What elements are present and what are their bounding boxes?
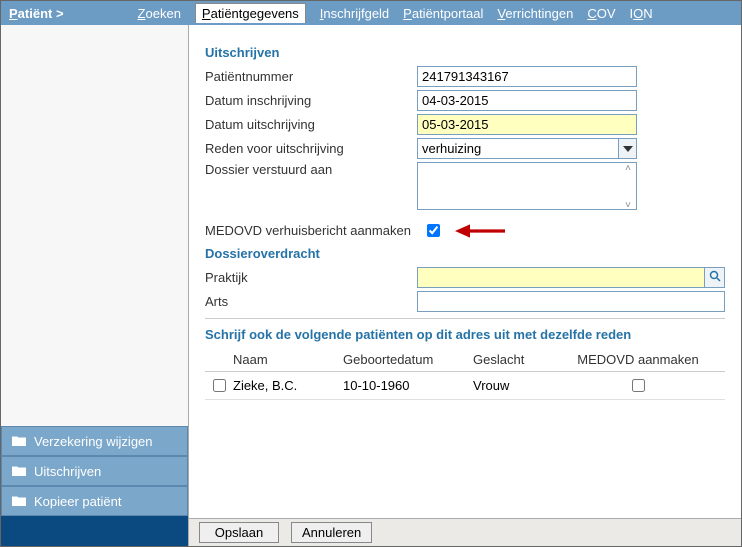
header-medovd: MEDOVD aanmaken <box>563 352 713 367</box>
row-select-checkbox[interactable] <box>213 379 226 392</box>
datum-inschrijving-input[interactable] <box>417 90 637 111</box>
table-header: Naam Geboortedatum Geslacht MEDOVD aanma… <box>205 348 725 372</box>
folder-icon <box>12 434 26 449</box>
section-patients-title: Schrijf ook de volgende patiënten op dit… <box>205 327 725 342</box>
datum-uitschrijving-input[interactable] <box>417 114 637 135</box>
breadcrumb[interactable]: Patiënt > <box>9 6 64 21</box>
save-button[interactable]: Opslaan <box>199 522 279 543</box>
dossier-verstuurd-textarea[interactable] <box>417 162 637 210</box>
sidebar-item-verzekering[interactable]: Verzekering wijzigen <box>1 426 188 456</box>
bottom-bar: Opslaan Annuleren <box>189 518 741 546</box>
sidebar-item-kopieer[interactable]: Kopieer patiënt <box>1 486 188 516</box>
praktijk-input[interactable] <box>417 267 705 288</box>
tab-patientportaal[interactable]: Patiëntportaal <box>403 6 483 21</box>
sidebar: Verzekering wijzigen Uitschrijven Kopiee… <box>1 25 189 546</box>
sidebar-item-label: Kopieer patiënt <box>34 494 121 509</box>
table-row: Zieke, B.C. 10-10-1960 Vrouw <box>205 372 725 400</box>
header-geboortedatum: Geboortedatum <box>343 352 473 367</box>
sidebar-item-label: Uitschrijven <box>34 464 101 479</box>
row-geslacht: Vrouw <box>473 378 563 393</box>
praktijk-search-button[interactable] <box>705 267 725 288</box>
tab-bar: Zoeken Patiëntgegevens Inschrijfgeld Pat… <box>138 3 653 23</box>
header-geslacht: Geslacht <box>473 352 563 367</box>
tab-verrichtingen[interactable]: Verrichtingen <box>497 6 573 21</box>
row-naam: Zieke, B.C. <box>233 378 343 393</box>
arrow-left-icon <box>455 224 505 238</box>
row-geboortedatum: 10-10-1960 <box>343 378 473 393</box>
datum-inschrijving-label: Datum inschrijving <box>205 93 417 108</box>
reden-label: Reden voor uitschrijving <box>205 141 417 156</box>
medovd-checkbox[interactable] <box>427 224 440 237</box>
divider <box>205 318 725 319</box>
dossier-verstuurd-label: Dossier verstuurd aan <box>205 162 417 177</box>
search-icon <box>709 270 721 285</box>
medovd-label: MEDOVD verhuisbericht aanmaken <box>205 223 417 238</box>
tab-cov[interactable]: COV <box>587 6 615 21</box>
tab-inschrijfgeld[interactable]: Inschrijfgeld <box>320 6 389 21</box>
arts-input[interactable] <box>417 291 725 312</box>
tab-patientgegevens[interactable]: Patiëntgegevens <box>195 3 306 23</box>
sidebar-item-uitschrijven[interactable]: Uitschrijven <box>1 456 188 486</box>
top-toolbar: Patiënt > Zoeken Patiëntgegevens Inschri… <box>1 1 741 25</box>
row-medovd-checkbox[interactable] <box>632 379 645 392</box>
datum-uitschrijving-label: Datum uitschrijving <box>205 117 417 132</box>
praktijk-label: Praktijk <box>205 270 417 285</box>
header-naam: Naam <box>233 352 343 367</box>
tab-ion[interactable]: ION <box>630 6 653 21</box>
tab-zoeken[interactable]: Zoeken <box>138 6 181 21</box>
folder-icon <box>12 494 26 509</box>
cancel-button[interactable]: Annuleren <box>291 522 372 543</box>
arts-label: Arts <box>205 294 417 309</box>
sidebar-item-label: Verzekering wijzigen <box>34 434 153 449</box>
reden-select[interactable]: verhuizing <box>417 138 637 159</box>
section-uitschrijven-title: Uitschrijven <box>205 45 725 60</box>
patientnummer-input[interactable] <box>417 66 637 87</box>
patientnummer-label: Patiëntnummer <box>205 69 417 84</box>
folder-icon <box>12 464 26 479</box>
sidebar-footer <box>1 516 188 546</box>
section-dossieroverdracht-title: Dossieroverdracht <box>205 246 725 261</box>
